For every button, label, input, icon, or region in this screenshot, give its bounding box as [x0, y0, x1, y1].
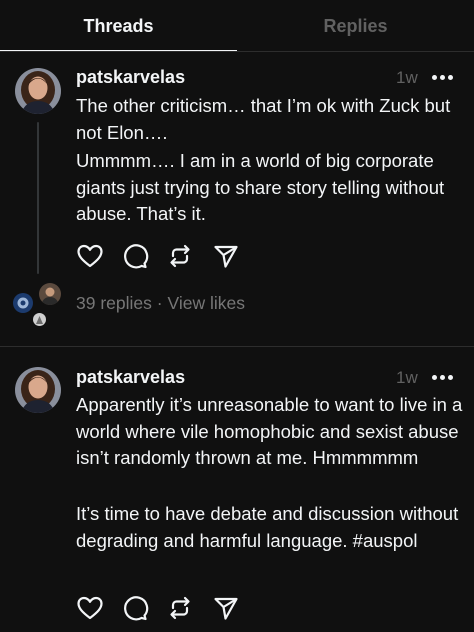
post-engagement: 39 replies · View likes — [76, 293, 245, 314]
profile-tabs: Threads Replies — [0, 0, 474, 52]
tab-threads[interactable]: Threads — [0, 0, 237, 52]
avatar[interactable] — [15, 367, 61, 413]
send-icon[interactable] — [212, 242, 240, 270]
avatar[interactable] — [15, 68, 61, 114]
reply-avatar — [31, 311, 48, 328]
avatar-photo-icon — [15, 367, 61, 413]
thread-line — [37, 122, 39, 274]
more-dots-icon[interactable] — [432, 375, 454, 381]
post-text: Apparently it’s unreasonable to want to … — [76, 394, 463, 468]
reply-avatar — [11, 291, 35, 315]
post-text: The other criticism… that I’m ok with Zu… — [76, 95, 451, 143]
heart-icon[interactable] — [76, 242, 104, 270]
post-text: Ummmm…. I am in a world of big corporate… — [76, 150, 445, 224]
post-text: It’s time to have debate and discussion … — [76, 503, 459, 551]
post-actions — [76, 594, 276, 622]
more-dots-icon[interactable] — [432, 75, 454, 81]
post-timestamp: 1w — [396, 368, 418, 387]
repost-icon[interactable] — [166, 594, 194, 622]
avatar-photo-icon — [15, 68, 61, 114]
view-likes-link[interactable]: View likes — [167, 293, 245, 313]
tab-replies[interactable]: Replies — [237, 0, 474, 52]
send-icon[interactable] — [212, 594, 240, 622]
repost-icon[interactable] — [166, 242, 194, 270]
heart-icon[interactable] — [76, 594, 104, 622]
comment-icon[interactable] — [121, 594, 149, 622]
post-username[interactable]: patskarvelas — [76, 367, 185, 388]
replies-count-link[interactable]: 39 replies — [76, 293, 152, 313]
post-divider — [0, 346, 474, 347]
post-timestamp: 1w — [396, 68, 418, 87]
separator: · — [156, 293, 163, 313]
post-actions — [76, 242, 276, 270]
reply-avatar — [37, 281, 63, 307]
comment-icon[interactable] — [121, 242, 149, 270]
post-username[interactable]: patskarvelas — [76, 67, 185, 88]
tab-divider — [0, 51, 474, 52]
